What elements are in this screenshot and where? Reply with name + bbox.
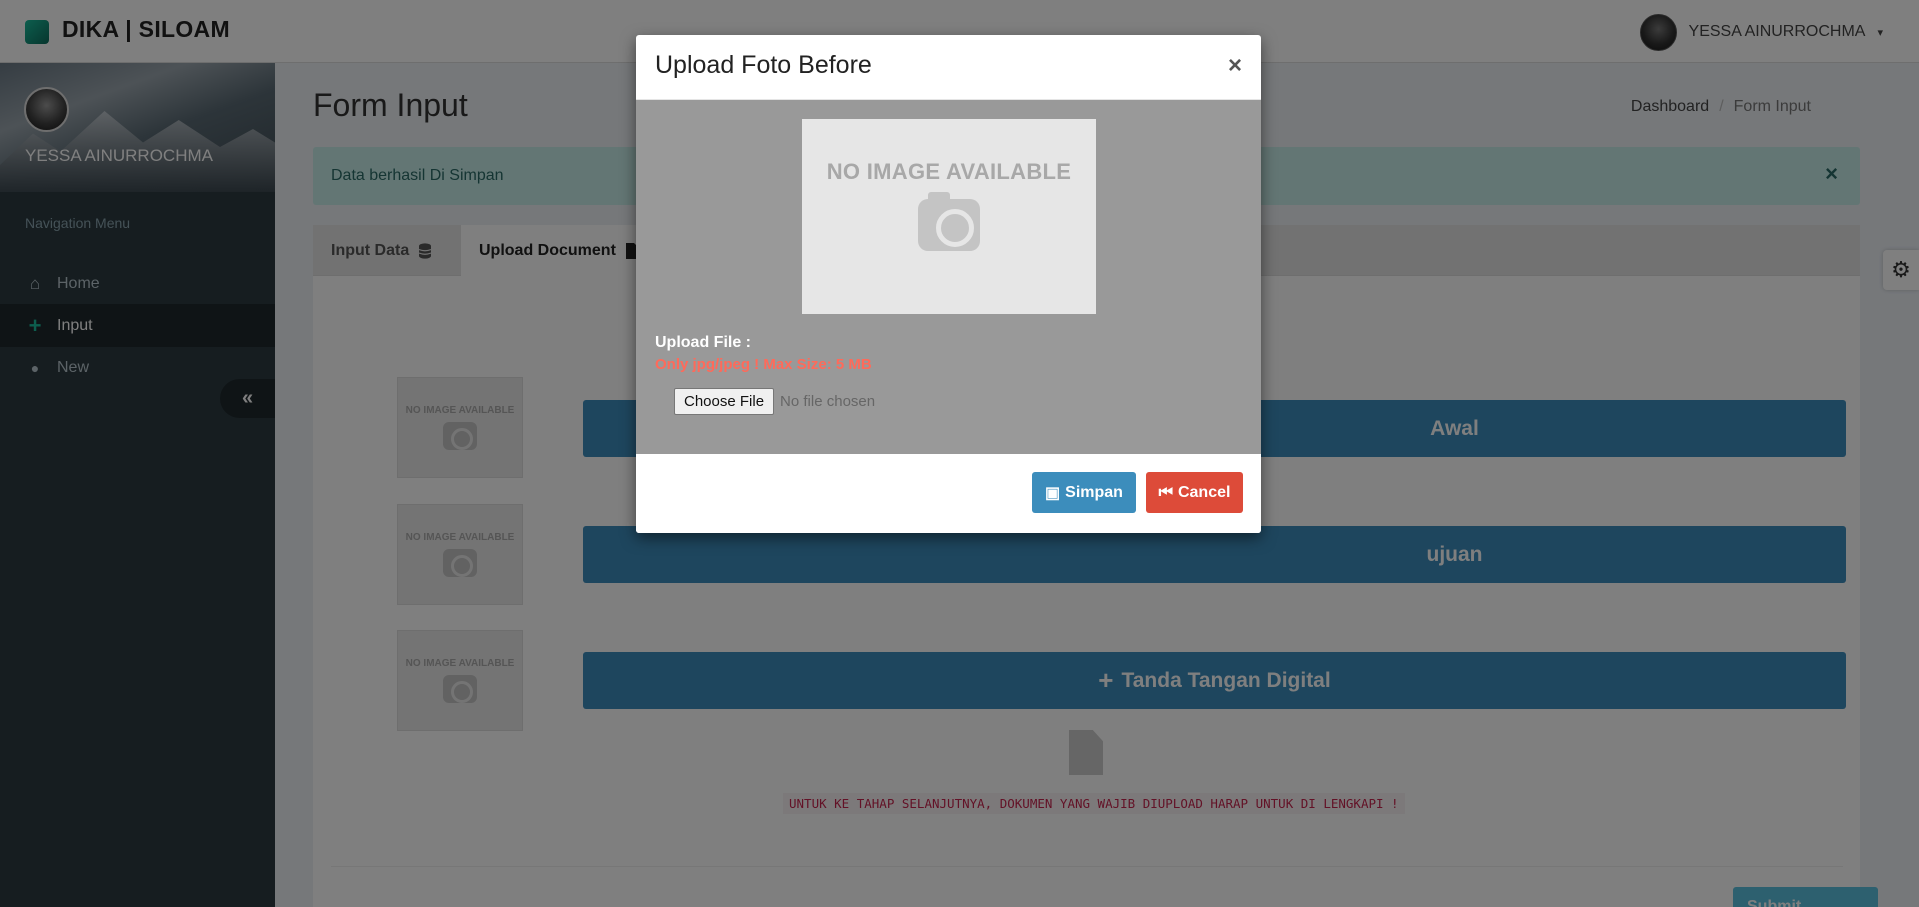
modal-footer: ▣ Simpan ⏮ Cancel — [636, 454, 1261, 533]
image-preview: NO IMAGE AVAILABLE — [802, 119, 1096, 314]
button-label: Simpan — [1065, 483, 1123, 501]
choose-file-button[interactable]: Choose File — [674, 388, 775, 415]
button-label: Cancel — [1177, 483, 1231, 501]
simpan-button[interactable]: ▣ Simpan — [1032, 472, 1136, 513]
modal-header: Upload Foto Before × — [636, 35, 1261, 100]
step-backward-icon: ⏮ — [1158, 483, 1173, 501]
file-input: Choose File No file chosen — [674, 388, 875, 415]
upload-file-hint: Only jpg/jpeg ! Max Size: 5 MB — [655, 356, 872, 373]
cancel-button[interactable]: ⏮ Cancel — [1146, 472, 1243, 513]
close-icon[interactable]: × — [1228, 52, 1242, 80]
camera-icon — [918, 192, 980, 251]
upload-file-label: Upload File : — [655, 334, 751, 351]
upload-foto-modal: Upload Foto Before × NO IMAGE AVAILABLE … — [636, 35, 1261, 533]
modal-body: NO IMAGE AVAILABLE Upload File : Only jp… — [636, 100, 1261, 454]
file-status: No file chosen — [780, 393, 876, 410]
save-icon: ▣ — [1045, 484, 1061, 502]
modal-title: Upload Foto Before — [655, 51, 872, 79]
preview-placeholder-text: NO IMAGE AVAILABLE — [826, 159, 1072, 184]
